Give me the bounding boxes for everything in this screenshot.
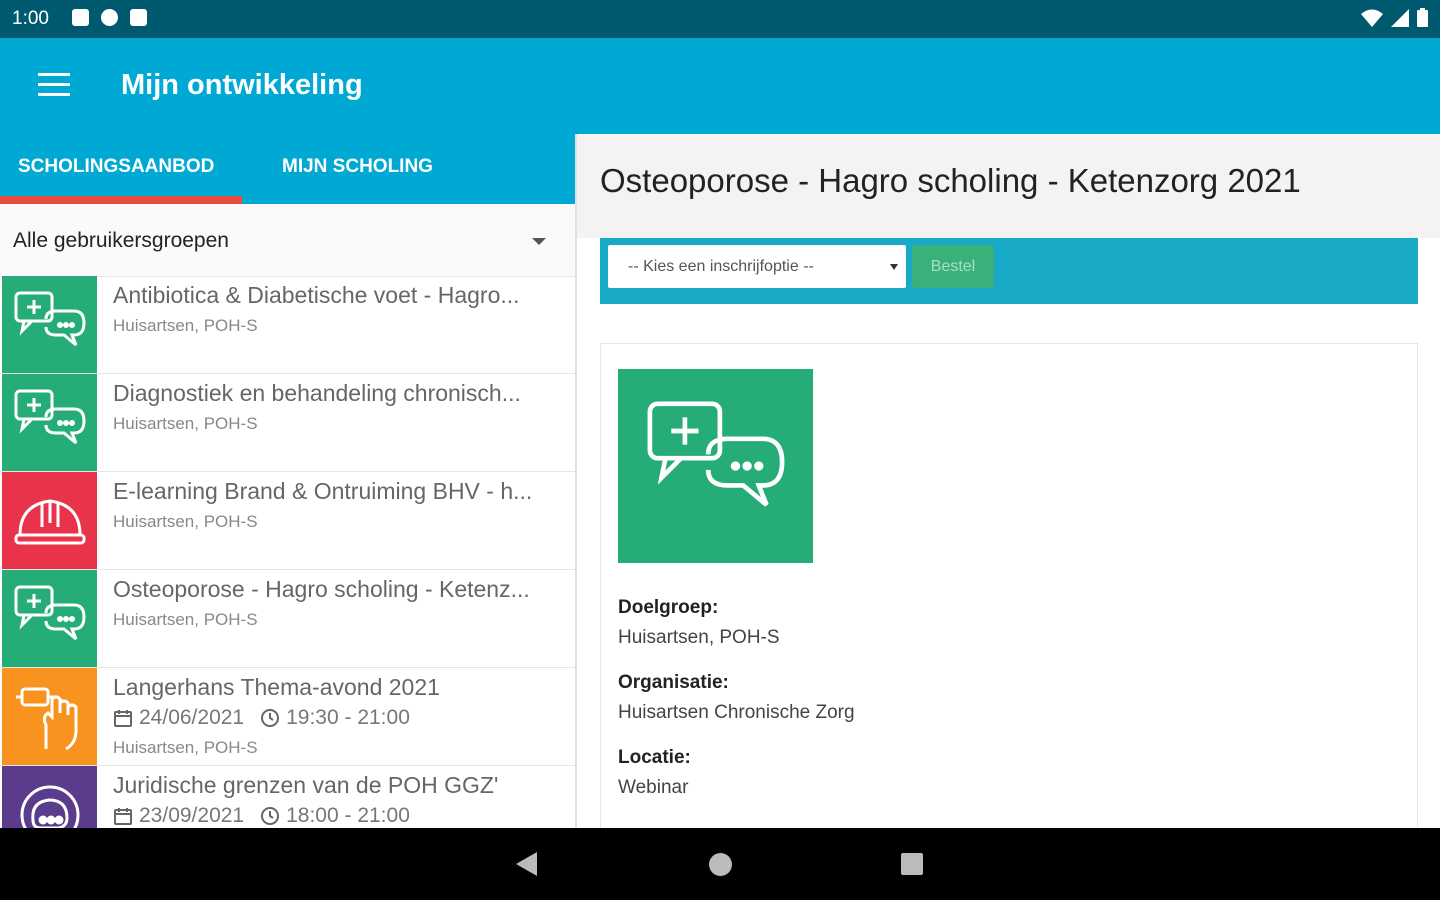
item-title: Diagnostiek en behandeling chronisch... bbox=[113, 380, 521, 406]
notification-p-icon bbox=[101, 9, 118, 26]
hamburger-menu-icon[interactable] bbox=[38, 73, 70, 97]
detail-card: Doelgroep: Huisartsen, POH-S Organisatie… bbox=[600, 343, 1418, 845]
locatie-label: Locatie: bbox=[618, 747, 691, 768]
calendar-icon bbox=[114, 808, 132, 825]
status-time: 1:00 bbox=[12, 8, 49, 29]
item-date: 24/06/2021 bbox=[139, 706, 245, 729]
notification-a-icon bbox=[72, 9, 89, 26]
tab-mijn-scholing[interactable]: MIJN SCHOLING bbox=[282, 156, 433, 178]
system-navigation-bar bbox=[0, 828, 1440, 900]
select-caret-icon bbox=[890, 264, 898, 270]
signal-icon bbox=[1391, 8, 1409, 27]
item-date: 23/09/2021 bbox=[139, 804, 245, 827]
item-time: 18:00 - 21:00 bbox=[286, 804, 410, 827]
list-item[interactable]: Diagnostiek en behandeling chronisch... … bbox=[0, 374, 576, 472]
recent-apps-icon[interactable] bbox=[901, 853, 923, 875]
pane-divider bbox=[575, 134, 577, 828]
medical-chat-icon bbox=[2, 374, 97, 471]
item-schedule: 24/06/2021 19:30 - 21:00 bbox=[113, 706, 410, 730]
order-bar: -- Kies een inschrijfoptie -- Bestel bbox=[600, 238, 1418, 304]
item-schedule: 23/09/2021 18:00 - 21:00 bbox=[113, 804, 410, 828]
sd-card-icon bbox=[130, 9, 147, 26]
item-audience: Huisartsen, POH-S bbox=[113, 316, 258, 335]
list-item[interactable]: Juridische grenzen van de POH GGZ' 23/09… bbox=[0, 766, 576, 828]
tab-indicator bbox=[0, 196, 242, 204]
list-item[interactable]: Antibiotica & Diabetische voet - Hagro..… bbox=[0, 276, 576, 374]
user-group-filter-dropdown[interactable]: Alle gebruikersgroepen bbox=[0, 204, 576, 277]
item-audience: Huisartsen, POH-S bbox=[113, 414, 258, 433]
doelgroep-value: Huisartsen, POH-S bbox=[618, 627, 780, 648]
dropdown-caret-icon bbox=[532, 238, 546, 245]
user-group-filter-value: Alle gebruikersgroepen bbox=[13, 229, 229, 252]
status-bar: 1:00 bbox=[0, 0, 1440, 38]
locatie-value: Webinar bbox=[618, 777, 689, 798]
tab-bar: SCHOLINGSAANBOD MIJN SCHOLING bbox=[0, 134, 576, 204]
item-audience: Huisartsen, POH-S bbox=[113, 738, 258, 757]
registration-option-value: -- Kies een inschrijfoptie -- bbox=[628, 258, 814, 275]
calendar-icon bbox=[114, 710, 132, 727]
home-icon[interactable] bbox=[709, 853, 732, 876]
course-list: Antibiotica & Diabetische voet - Hagro..… bbox=[0, 276, 576, 828]
list-item[interactable]: Osteoporose - Hagro scholing - Ketenz...… bbox=[0, 570, 576, 668]
medical-chat-icon bbox=[2, 570, 97, 667]
item-title: Osteoporose - Hagro scholing - Ketenz... bbox=[113, 576, 530, 602]
battery-icon bbox=[1417, 8, 1428, 27]
hard-hat-icon bbox=[2, 472, 97, 569]
brain-head-icon bbox=[2, 766, 97, 828]
doelgroep-label: Doelgroep: bbox=[618, 597, 719, 618]
item-title: E-learning Brand & Ontruiming BHV - h... bbox=[113, 478, 533, 504]
notification-icons bbox=[72, 9, 147, 26]
medical-chat-icon bbox=[2, 276, 97, 373]
wifi-icon bbox=[1361, 9, 1383, 27]
clock-icon bbox=[261, 807, 280, 825]
item-title: Langerhans Thema-avond 2021 bbox=[113, 674, 440, 700]
list-item[interactable]: E-learning Brand & Ontruiming BHV - h...… bbox=[0, 472, 576, 570]
app-title: Mijn ontwikkeling bbox=[121, 69, 363, 101]
registration-option-select[interactable]: -- Kies een inschrijfoptie -- bbox=[608, 245, 906, 288]
medical-chat-icon bbox=[618, 369, 813, 563]
order-button[interactable]: Bestel bbox=[912, 245, 994, 288]
detail-title: Osteoporose - Hagro scholing - Ketenzorg… bbox=[600, 162, 1301, 199]
list-item[interactable]: Langerhans Thema-avond 2021 24/06/2021 1… bbox=[0, 668, 576, 766]
app-bar: Mijn ontwikkeling bbox=[0, 38, 1440, 134]
item-title: Juridische grenzen van de POH GGZ' bbox=[113, 772, 499, 798]
organisatie-value: Huisartsen Chronische Zorg bbox=[618, 702, 855, 723]
item-audience: Huisartsen, POH-S bbox=[113, 512, 258, 531]
tab-scholingsaanbod[interactable]: SCHOLINGSAANBOD bbox=[18, 156, 214, 178]
system-icons bbox=[1361, 8, 1428, 27]
item-title: Antibiotica & Diabetische voet - Hagro..… bbox=[113, 282, 520, 308]
clock-icon bbox=[261, 709, 280, 727]
item-time: 19:30 - 21:00 bbox=[286, 706, 410, 729]
back-icon[interactable] bbox=[516, 852, 537, 876]
organisatie-label: Organisatie: bbox=[618, 672, 729, 693]
item-audience: Huisartsen, POH-S bbox=[113, 610, 258, 629]
detail-header: Osteoporose - Hagro scholing - Ketenzorg… bbox=[577, 134, 1440, 238]
hand-hygiene-icon bbox=[2, 668, 97, 765]
